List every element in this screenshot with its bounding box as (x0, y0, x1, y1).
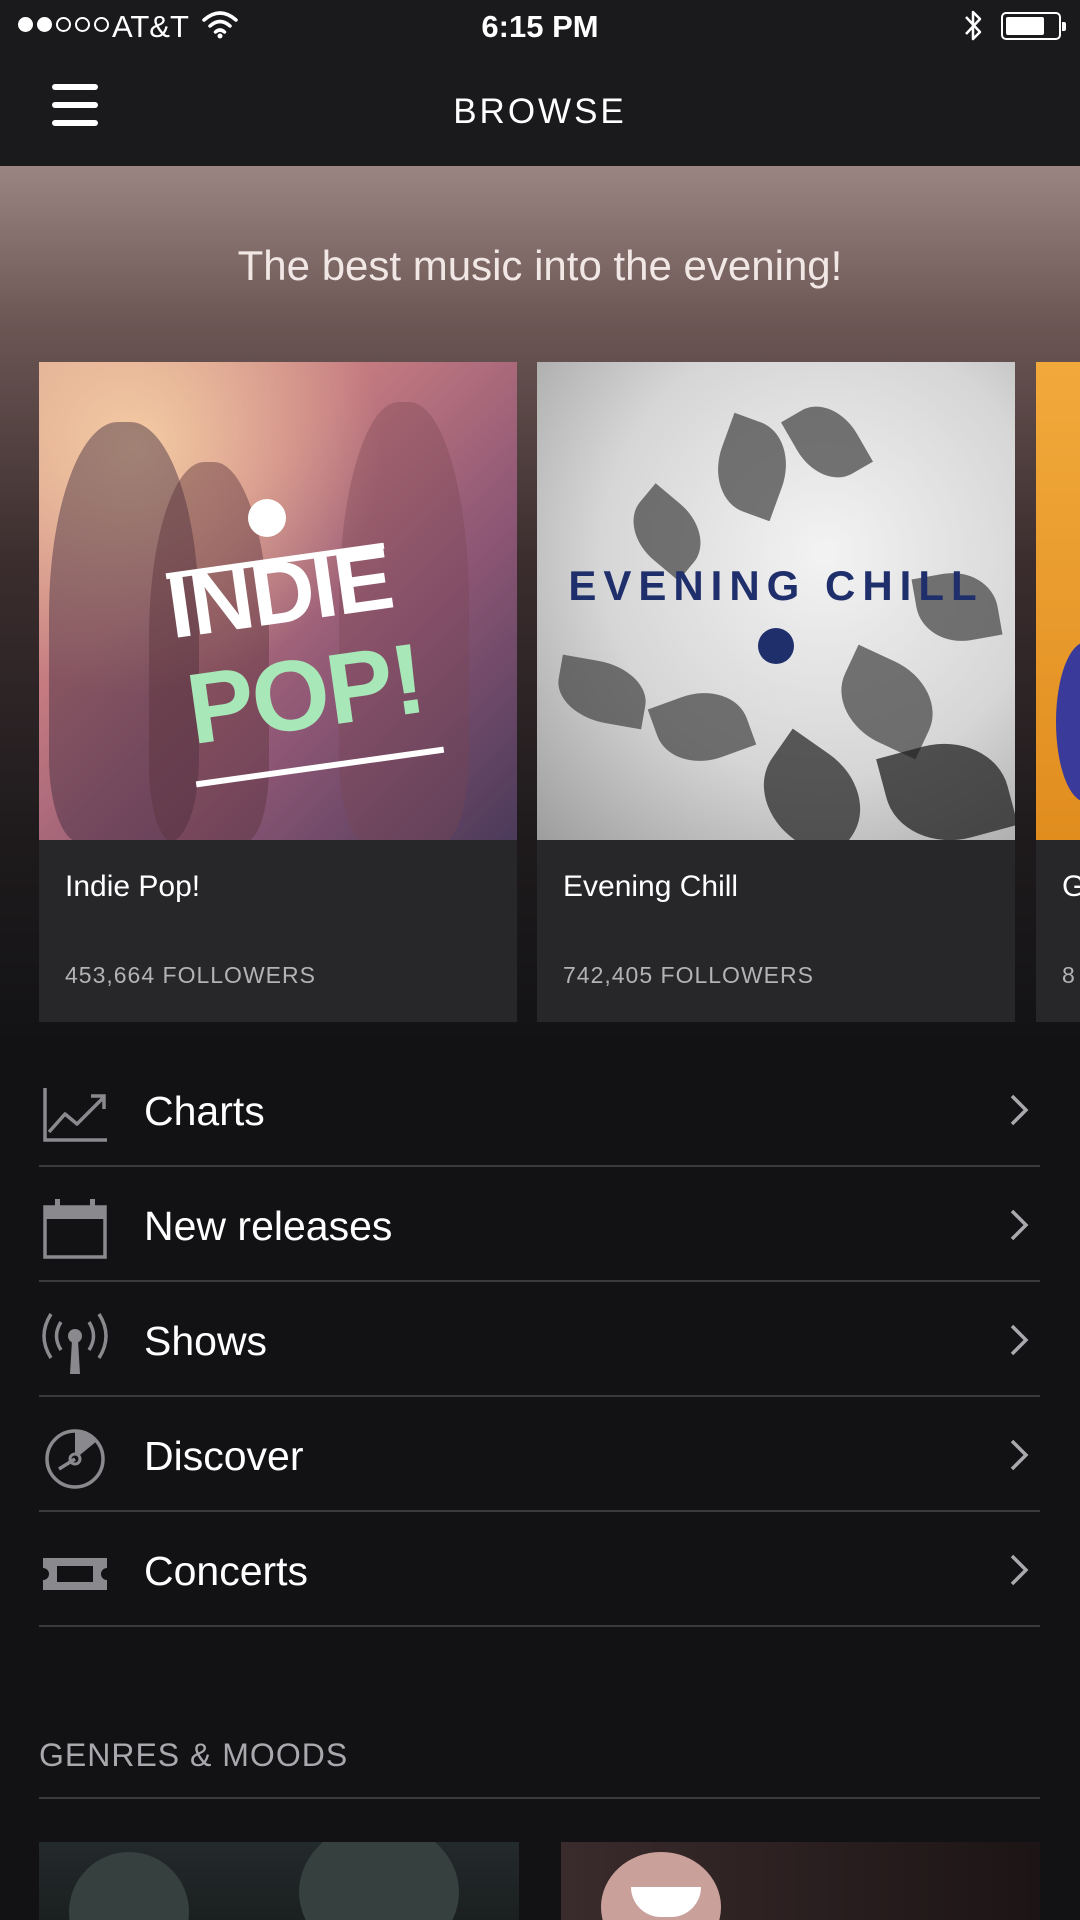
menu-item-discover[interactable]: Discover (39, 1397, 1040, 1512)
ticket-icon (43, 1558, 107, 1590)
discover-icon (45, 1429, 105, 1489)
podcast-icon (42, 1313, 108, 1374)
section-divider (39, 1797, 1040, 1799)
chevron-right-icon (1010, 1439, 1029, 1471)
menu-item-charts[interactable]: Charts (39, 1052, 1040, 1167)
page-title: BROWSE (453, 92, 627, 131)
playlist-name: Indie Pop! (65, 870, 201, 903)
featured-tagline: The best music into the evening! (237, 242, 843, 289)
menu-item-new-releases[interactable]: New releases (39, 1167, 1040, 1282)
clock: 6:15 PM (481, 9, 599, 44)
chart-icon (43, 1088, 107, 1142)
playlist-name: Evening Chill (563, 870, 739, 903)
playlist-followers: 742,405 FOLLOWERS (563, 962, 814, 988)
chevron-right-icon (1010, 1324, 1029, 1356)
bluetooth-icon (965, 10, 982, 41)
menu-item-label: Charts (144, 1088, 265, 1134)
menu-item-label: New releases (144, 1203, 393, 1249)
chevron-right-icon (1010, 1094, 1029, 1126)
playlist-followers: 453,664 FOLLOWERS (65, 962, 316, 988)
navigation-bar: BROWSE (0, 54, 1080, 166)
menu-item-label: Discover (144, 1433, 304, 1479)
calendar-icon (43, 1199, 107, 1259)
top-bar: AT&T 6:15 PM BROWSE (0, 0, 1080, 166)
genres-section-title: GENRES & MOODS (39, 1737, 349, 1773)
battery-icon (1001, 12, 1066, 40)
playlist-name: G (1062, 870, 1080, 903)
spotify-logo-icon (758, 628, 794, 664)
playlist-cover-art: EVENING CHILL (537, 362, 1015, 840)
playlist-card-partial[interactable]: G 8 (1036, 362, 1080, 1022)
chevron-right-icon (1010, 1209, 1029, 1241)
menu-item-concerts[interactable]: Concerts (39, 1512, 1040, 1627)
genre-tile[interactable] (39, 1842, 519, 1920)
playlist-card-evening-chill[interactable]: EVENING CHILL Evening Chill 742,405 FOLL… (537, 362, 1015, 1022)
status-bar: AT&T 6:15 PM (0, 0, 1080, 54)
menu-item-shows[interactable]: Shows (39, 1282, 1040, 1397)
playlist-followers: 8 (1062, 962, 1076, 988)
chevron-right-icon (1010, 1554, 1029, 1586)
menu-item-label: Shows (144, 1318, 268, 1364)
menu-item-label: Concerts (144, 1548, 309, 1594)
browse-menu: Charts New releases Shows Discover Conce… (39, 1052, 1040, 1627)
playlist-card-indie-pop[interactable]: INDIE POP! Indie Pop! 453,664 FOLLOWERS (39, 362, 517, 1022)
playlist-cover-art: INDIE POP! (39, 362, 517, 840)
cover-title: EVENING CHILL (568, 562, 984, 609)
featured-section: The best music into the evening! INDIE P… (0, 166, 1080, 1046)
playlist-cover-art (1036, 362, 1080, 840)
spotify-logo-icon (248, 499, 286, 537)
genre-tile[interactable] (561, 1842, 1040, 1920)
